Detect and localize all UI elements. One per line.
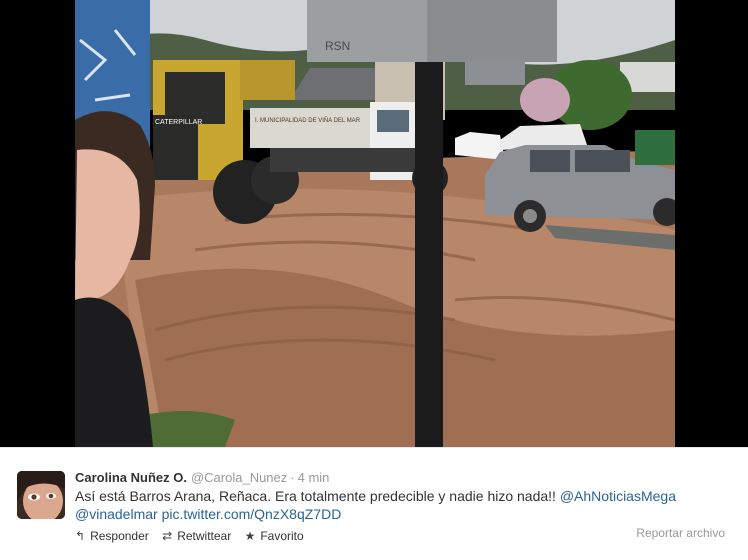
reply-button[interactable]: ↰ Responder — [75, 528, 149, 544]
tweet-actions: ↰ Responder ⇄ Retwittear ★ Favorito — [75, 528, 314, 544]
mention-vinadelmar[interactable]: @vinadelmar — [75, 506, 158, 522]
svg-text:RSN: RSN — [325, 39, 350, 53]
avatar[interactable] — [17, 471, 65, 519]
tweet-time[interactable]: 4 min — [298, 470, 330, 485]
star-icon: ★ — [244, 529, 256, 543]
reply-label: Responder — [90, 529, 149, 543]
svg-text:CATERPILLAR: CATERPILLAR — [155, 119, 202, 126]
tweet-text: Así está Barros Arana, Reñaca. Era total… — [75, 487, 725, 523]
author-fullname[interactable]: Carolina Nuñez O. — [75, 470, 187, 485]
mention-ahnoticiasmega[interactable]: @AhNoticiasMega — [560, 488, 676, 504]
report-media-link[interactable]: Reportar archivo — [636, 526, 725, 540]
tweet-card: Carolina Nuñez O. @Carola_Nunez · 4 min Así… — [0, 447, 748, 560]
tweet-header: Carolina Nuñez O. @Carola_Nunez · 4 min — [75, 469, 329, 487]
time-separator: · — [290, 470, 295, 485]
favorite-label: Favorito — [260, 529, 304, 543]
retweet-label: Retwittear — [177, 529, 232, 543]
reply-icon: ↰ — [75, 529, 86, 543]
tweet-text-plain: Así está Barros Arana, Reñaca. Era total… — [75, 488, 560, 504]
retweet-button[interactable]: ⇄ Retwittear — [162, 528, 231, 544]
favorite-button[interactable]: ★ Favorito — [245, 528, 304, 544]
retweet-icon: ⇄ — [162, 529, 173, 543]
media-viewer: CATERPILLAR I. MUNICIPALIDAD DE VIÑA DEL… — [0, 0, 748, 447]
pic-link[interactable]: pic.twitter.com/QnzX8qZ7DD — [162, 506, 342, 522]
author-username[interactable]: @Carola_Nunez — [191, 470, 287, 485]
tweet-photo[interactable]: CATERPILLAR I. MUNICIPALIDAD DE VIÑA DEL… — [75, 0, 675, 447]
svg-text:I. MUNICIPALIDAD DE VIÑA DEL M: I. MUNICIPALIDAD DE VIÑA DEL MAR — [255, 117, 361, 124]
